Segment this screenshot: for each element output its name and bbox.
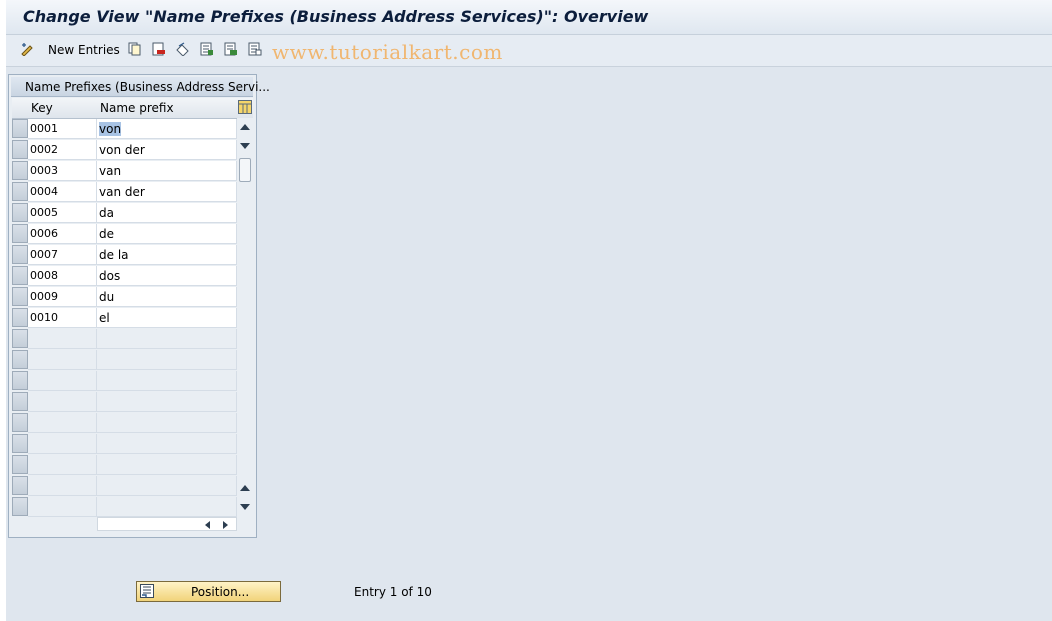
row-selector[interactable]: [12, 266, 28, 285]
table-cell-name-prefix[interactable]: van der: [97, 182, 237, 202]
select-all-rows-corner[interactable]: [12, 98, 29, 119]
table-control: Name Prefixes (Business Address Servi...…: [8, 74, 270, 538]
table-title-text: Name Prefixes (Business Address Servi...: [25, 80, 270, 94]
delete-icon[interactable]: [152, 42, 166, 56]
new-entries-button[interactable]: New Entries: [48, 43, 120, 57]
row-selector[interactable]: [12, 308, 28, 327]
scroll-left-icon[interactable]: [205, 521, 210, 529]
select-block-icon[interactable]: [224, 42, 238, 56]
sap-window: Change View "Name Prefixes (Business Add…: [6, 0, 1052, 621]
table-cell-name-prefix: [97, 497, 237, 517]
select-all-icon[interactable]: [200, 42, 214, 56]
position-button[interactable]: Position...: [136, 581, 281, 602]
horizontal-scrollbar[interactable]: [97, 517, 237, 531]
scroll-thumb[interactable]: [239, 158, 251, 182]
table-cell-key: [28, 455, 97, 475]
table-cell-name-prefix[interactable]: dos: [97, 266, 237, 286]
table-cell-name-prefix[interactable]: de: [97, 224, 237, 244]
copy-icon[interactable]: [128, 42, 142, 56]
table-cell-name-prefix[interactable]: du: [97, 287, 237, 307]
table-cell-key: [28, 476, 97, 496]
row-selector[interactable]: [12, 413, 28, 432]
table-cell-key: [28, 434, 97, 454]
undo-change-icon[interactable]: [176, 42, 190, 56]
table-cell-name-prefix[interactable]: de la: [97, 245, 237, 265]
table-cell-name-prefix: [97, 392, 237, 412]
table-cell-key[interactable]: 0003: [28, 161, 97, 181]
row-selector[interactable]: [12, 119, 28, 138]
scroll-up-icon[interactable]: [240, 124, 250, 130]
table-cell-name-prefix: [97, 350, 237, 370]
scroll-page-down-icon[interactable]: [240, 143, 250, 149]
table-cell-name-prefix[interactable]: el: [97, 308, 237, 328]
row-selector[interactable]: [12, 287, 28, 306]
table-cell-key: [28, 392, 97, 412]
table-cell-name-prefix: [97, 455, 237, 475]
table-cell-key[interactable]: 0004: [28, 182, 97, 202]
row-selector[interactable]: [12, 182, 28, 201]
table-cell-key: [28, 350, 97, 370]
position-icon: [140, 584, 154, 598]
deselect-all-icon[interactable]: [248, 42, 262, 56]
vertical-scrollbar[interactable]: [237, 118, 253, 515]
title-bar: Change View "Name Prefixes (Business Add…: [6, 0, 1052, 35]
table-cell-key: [28, 413, 97, 433]
table-cell-key[interactable]: 0007: [28, 245, 97, 265]
table-cell-key[interactable]: 0010: [28, 308, 97, 328]
table-cell-name-prefix[interactable]: van: [97, 161, 237, 181]
table-cell-key: [28, 329, 97, 349]
table-cell-name-prefix[interactable]: von der: [97, 140, 237, 160]
table-cell-key[interactable]: 0006: [28, 224, 97, 244]
row-selector[interactable]: [12, 329, 28, 348]
row-selector[interactable]: [12, 455, 28, 474]
table-cell-name-prefix: [97, 329, 237, 349]
table-cell-key[interactable]: 0009: [28, 287, 97, 307]
table-cell-name-prefix: [97, 476, 237, 496]
table-cell-name-prefix[interactable]: von: [97, 119, 237, 139]
row-selector[interactable]: [12, 350, 28, 369]
page-title: Change View "Name Prefixes (Business Add…: [23, 7, 649, 26]
table-cell-name-prefix: [97, 371, 237, 391]
table-settings-icon: [238, 100, 252, 114]
table-cell-key[interactable]: 0005: [28, 203, 97, 223]
table-cell-key[interactable]: 0008: [28, 266, 97, 286]
column-header-key[interactable]: Key: [28, 98, 98, 119]
table-title: Name Prefixes (Business Address Servi...: [11, 77, 270, 97]
row-selector[interactable]: [12, 434, 28, 453]
watermark: www.tutorialkart.com: [272, 40, 503, 64]
row-selector[interactable]: [12, 392, 28, 411]
scroll-page-up-icon[interactable]: [240, 485, 250, 491]
table-settings-button[interactable]: [237, 98, 253, 119]
column-header-name-prefix[interactable]: Name prefix: [97, 98, 238, 119]
row-selector[interactable]: [12, 371, 28, 390]
table-cell-name-prefix: [97, 413, 237, 433]
application-toolbar: New Entries www.tutorialkart.com: [6, 35, 1052, 67]
scroll-down-icon[interactable]: [240, 504, 250, 510]
table-cell-name-prefix: [97, 434, 237, 454]
row-selector[interactable]: [12, 161, 28, 180]
change-display-icon[interactable]: [20, 42, 34, 56]
table-cell-key: [28, 371, 97, 391]
table-cell-name-prefix[interactable]: da: [97, 203, 237, 223]
row-selector[interactable]: [12, 140, 28, 159]
row-selector[interactable]: [12, 203, 28, 222]
row-selector[interactable]: [12, 497, 28, 516]
table-cell-key: [28, 497, 97, 517]
row-selector[interactable]: [12, 476, 28, 495]
table-cell-key[interactable]: 0002: [28, 140, 97, 160]
scroll-right-icon[interactable]: [223, 521, 228, 529]
table-cell-key[interactable]: 0001: [28, 119, 97, 139]
row-selector[interactable]: [12, 245, 28, 264]
entry-counter: Entry 1 of 10: [354, 585, 432, 599]
row-selector[interactable]: [12, 224, 28, 243]
